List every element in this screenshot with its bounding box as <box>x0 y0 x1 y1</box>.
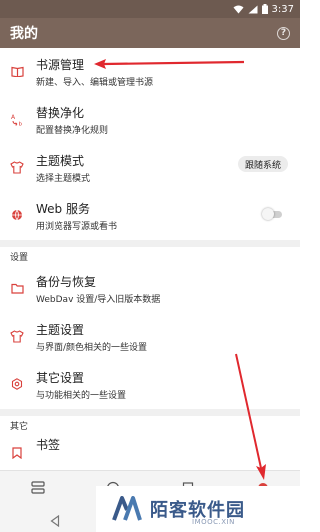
book-icon <box>10 64 24 78</box>
status-time: 3:37 <box>271 3 294 15</box>
shirt-icon <box>10 160 24 174</box>
logo-icon <box>112 496 142 521</box>
menu-item-backup-restore[interactable]: 备份与恢复 WebDav 设置/导入旧版本数据 <box>0 265 300 313</box>
item-title: 书签 <box>36 438 61 452</box>
replace-icon: Ab <box>10 112 24 126</box>
item-title: 主题设置 <box>36 323 85 337</box>
watermark-subtext: IMOOC.XIN <box>192 518 235 526</box>
section-header-settings: 设置 <box>10 252 29 263</box>
item-title: 备份与恢复 <box>36 275 97 289</box>
folder-icon <box>10 281 24 295</box>
settings-icon <box>10 377 24 391</box>
item-subtitle: 用浏览器写源或看书 <box>36 222 118 232</box>
web-service-toggle[interactable] <box>262 208 284 220</box>
battery-icon <box>261 4 268 14</box>
menu-item-theme-mode[interactable]: 主题模式 选择主题模式 跟随系统 <box>0 144 300 192</box>
settings-list: 书源管理 新建、导入、编辑或管理书源 Ab 替换净化 配置替换净化规则 主题模式… <box>0 48 300 482</box>
bookmark-icon <box>10 446 24 460</box>
watermark-logo: 陌客软件园 IMOOC.XIN <box>96 486 300 532</box>
item-subtitle: 与功能相关的一些设置 <box>36 391 127 401</box>
item-title: 其它设置 <box>36 371 85 385</box>
section-divider <box>0 240 300 247</box>
section-header-other: 其它 <box>10 421 29 432</box>
bookshelf-nav-icon[interactable] <box>30 480 46 496</box>
theme-mode-select[interactable]: 跟随系统 <box>237 156 288 172</box>
svg-text:A: A <box>11 114 16 121</box>
item-subtitle: WebDav 设置/导入旧版本数据 <box>36 295 161 305</box>
item-subtitle: 配置替换净化规则 <box>36 126 109 136</box>
wifi-icon <box>233 5 244 13</box>
item-subtitle: 与界面/颜色相关的一些设置 <box>36 343 148 353</box>
help-circle-icon[interactable]: ? <box>277 26 290 40</box>
item-title: 书源管理 <box>36 58 85 72</box>
menu-item-replace-rules[interactable]: Ab 替换净化 配置替换净化规则 <box>0 96 300 144</box>
status-bar: 3:37 <box>0 0 300 18</box>
section-divider <box>0 409 300 416</box>
app-bar: 我的 ? <box>0 18 300 48</box>
svg-text:b: b <box>18 121 22 126</box>
menu-item-web-service[interactable]: Web 服务 用浏览器写源或看书 <box>0 192 300 240</box>
item-subtitle: 新建、导入、编辑或管理书源 <box>36 78 154 88</box>
item-subtitle: 选择主题模式 <box>36 174 91 184</box>
menu-item-book-source[interactable]: 书源管理 新建、导入、编辑或管理书源 <box>0 48 300 96</box>
menu-item-theme-settings[interactable]: 主题设置 与界面/颜色相关的一些设置 <box>0 313 300 361</box>
back-icon[interactable] <box>50 512 60 531</box>
menu-item-other-settings[interactable]: 其它设置 与功能相关的一些设置 <box>0 361 300 409</box>
item-title: Web 服务 <box>36 202 90 216</box>
page-title: 我的 <box>10 26 38 42</box>
item-title: 主题模式 <box>36 154 85 168</box>
toggle-thumb <box>262 208 274 220</box>
item-title: 替换净化 <box>36 106 85 120</box>
shirt-icon <box>10 329 24 343</box>
signal-icon <box>248 5 258 13</box>
globe-icon <box>10 208 24 222</box>
